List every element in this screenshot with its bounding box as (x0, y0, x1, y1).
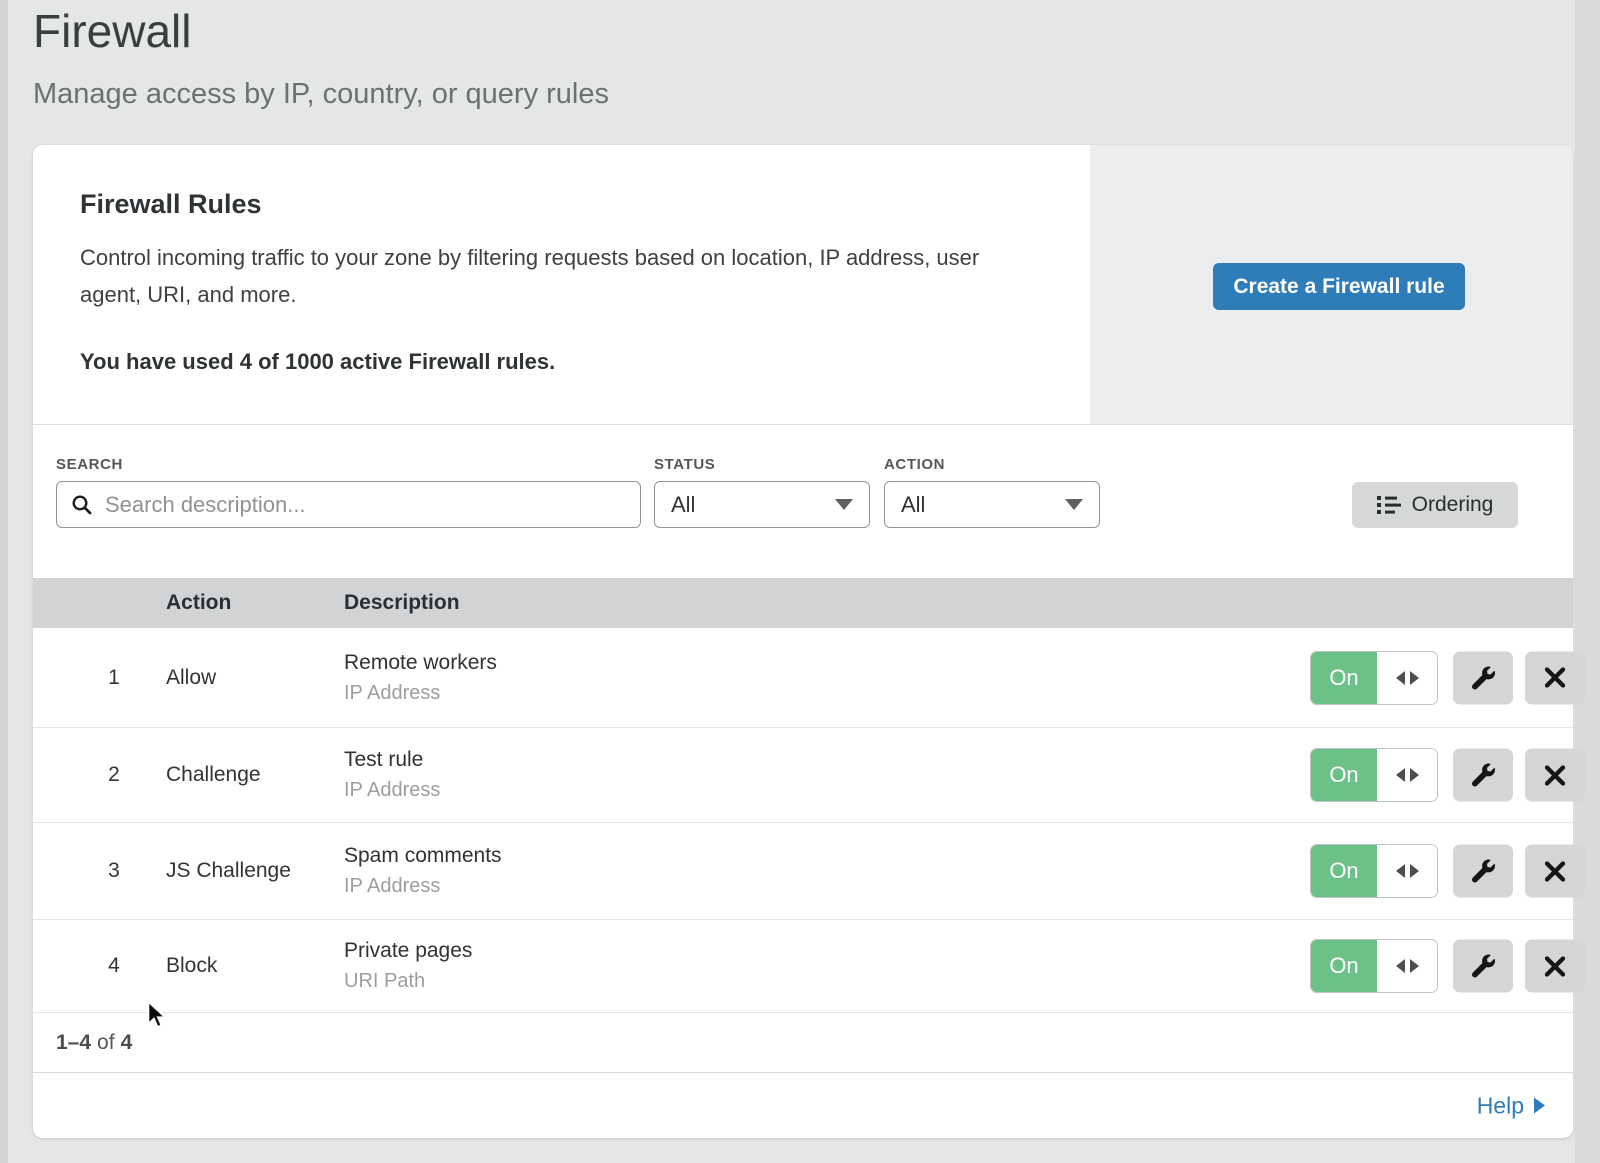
action-select[interactable]: All (884, 481, 1100, 528)
rule-action: Block (166, 954, 217, 978)
rule-filter-field: IP Address (344, 682, 497, 705)
rule-description-title: Spam comments (344, 844, 502, 868)
delete-rule-button[interactable] (1525, 749, 1585, 802)
close-icon (1545, 956, 1565, 976)
delete-rule-button[interactable] (1525, 940, 1585, 993)
action-select-value: All (901, 492, 925, 518)
table-row: 4 Block Private pages URI Path On (33, 920, 1573, 1013)
rule-filter-field: IP Address (344, 779, 440, 802)
status-label: STATUS (654, 456, 715, 473)
edit-rule-button[interactable] (1453, 749, 1513, 802)
rule-priority: 3 (99, 859, 129, 883)
toggle-arrows-icon (1377, 652, 1437, 704)
rule-toggle[interactable]: On (1310, 844, 1438, 898)
close-icon (1545, 765, 1565, 785)
edit-rule-button[interactable] (1453, 651, 1513, 704)
ordering-button[interactable]: Ordering (1352, 482, 1518, 528)
rule-toggle[interactable]: On (1310, 651, 1438, 705)
close-icon (1545, 861, 1565, 881)
rule-description: Spam comments IP Address (344, 844, 502, 898)
rule-toggle[interactable]: On (1310, 939, 1438, 993)
toggle-arrows-icon (1377, 940, 1437, 992)
toggle-on-label: On (1311, 652, 1377, 704)
rules-list: 1 Allow Remote workers IP Address On 2 C… (33, 628, 1573, 1013)
pagination-range: 1–4 of 4 (56, 1031, 132, 1055)
rule-filter-field: IP Address (344, 875, 502, 898)
rule-description: Remote workers IP Address (344, 651, 497, 705)
rule-description-title: Test rule (344, 748, 440, 772)
table-row: 2 Challenge Test rule IP Address On (33, 728, 1573, 823)
delete-rule-button[interactable] (1525, 651, 1585, 704)
pagination-bar: 1–4 of 4 (33, 1013, 1573, 1073)
search-box[interactable] (56, 481, 641, 528)
rule-description: Private pages URI Path (344, 939, 472, 993)
close-icon (1545, 668, 1565, 688)
status-select[interactable]: All (654, 481, 870, 528)
create-firewall-rule-button[interactable]: Create a Firewall rule (1213, 263, 1465, 310)
toggle-arrows-icon (1377, 749, 1437, 801)
rule-priority: 4 (99, 954, 129, 978)
action-label: ACTION (884, 456, 945, 473)
page-title: Firewall (33, 4, 191, 58)
rule-description: Test rule IP Address (344, 748, 440, 802)
search-input[interactable] (103, 491, 626, 519)
toggle-on-label: On (1311, 940, 1377, 992)
edit-rule-button[interactable] (1453, 845, 1513, 898)
wrench-icon (1472, 955, 1495, 978)
help-link[interactable]: Help (1477, 1092, 1545, 1119)
wrench-icon (1472, 764, 1495, 787)
pagination-range-values: 1–4 (56, 1031, 91, 1055)
table-row: 3 JS Challenge Spam comments IP Address … (33, 823, 1573, 920)
card-heading: Firewall Rules (80, 189, 262, 220)
right-triangle-icon (1534, 1098, 1545, 1114)
status-select-value: All (671, 492, 695, 518)
rule-action: Challenge (166, 763, 261, 787)
card-description: Control incoming traffic to your zone by… (80, 239, 1045, 313)
rule-description-title: Remote workers (344, 651, 497, 675)
pagination-total: 4 (121, 1031, 133, 1055)
rule-description-title: Private pages (344, 939, 472, 963)
rule-action: JS Challenge (166, 859, 291, 883)
table-header: Action Description (33, 578, 1573, 628)
usage-note: You have used 4 of 1000 active Firewall … (80, 349, 555, 375)
card-footer: Help (33, 1073, 1573, 1138)
pagination-of-word: of (97, 1031, 115, 1055)
list-icon (1377, 495, 1401, 515)
toggle-on-label: On (1311, 845, 1377, 897)
card-top-section: Firewall Rules Control incoming traffic … (33, 145, 1573, 425)
rule-action: Allow (166, 666, 216, 690)
toggle-arrows-icon (1377, 845, 1437, 897)
chevron-down-icon (835, 499, 853, 510)
toggle-on-label: On (1311, 749, 1377, 801)
column-header-description: Description (344, 591, 460, 615)
column-header-action: Action (166, 591, 231, 615)
wrench-icon (1472, 666, 1495, 689)
delete-rule-button[interactable] (1525, 845, 1585, 898)
search-icon (71, 494, 93, 516)
search-label: SEARCH (56, 456, 123, 473)
ordering-button-label: Ordering (1412, 493, 1494, 517)
rule-priority: 2 (99, 763, 129, 787)
rule-toggle[interactable]: On (1310, 748, 1438, 802)
firewall-rules-card: Firewall Rules Control incoming traffic … (33, 145, 1573, 1138)
chevron-down-icon (1065, 499, 1083, 510)
wrench-icon (1472, 860, 1495, 883)
table-row: 1 Allow Remote workers IP Address On (33, 628, 1573, 728)
help-link-label: Help (1477, 1092, 1524, 1119)
edit-rule-button[interactable] (1453, 940, 1513, 993)
window-edge-left (0, 0, 8, 1163)
rule-filter-field: URI Path (344, 970, 472, 993)
page-subtitle: Manage access by IP, country, or query r… (33, 78, 609, 111)
rule-priority: 1 (99, 666, 129, 690)
